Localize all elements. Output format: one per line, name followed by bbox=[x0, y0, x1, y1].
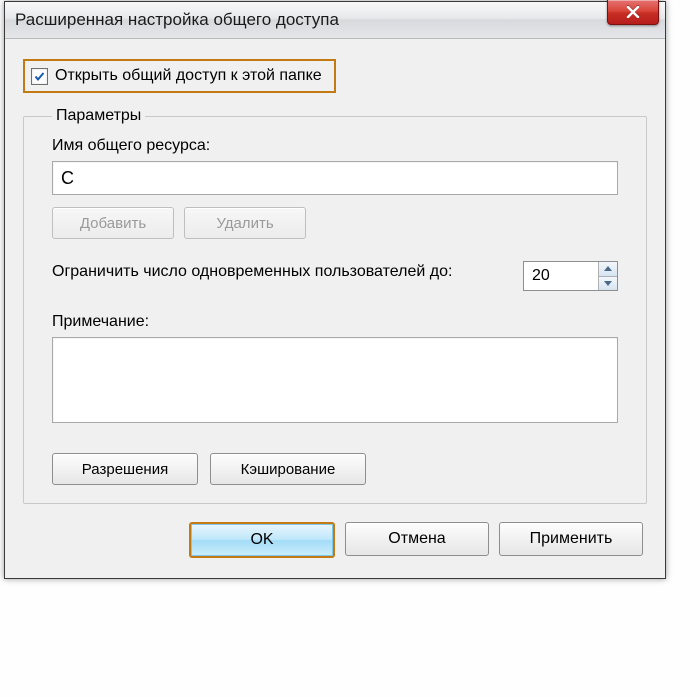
cancel-button[interactable]: Отмена bbox=[345, 522, 489, 556]
chevron-down-icon bbox=[604, 281, 612, 286]
share-name-label: Имя общего ресурса: bbox=[52, 137, 618, 155]
limit-users-input[interactable] bbox=[524, 262, 598, 290]
spinner-buttons bbox=[598, 262, 617, 290]
apply-button[interactable]: Применить bbox=[499, 522, 643, 556]
note-label: Примечание: bbox=[52, 313, 618, 331]
ok-button[interactable]: OK bbox=[189, 522, 335, 558]
add-button[interactable]: Добавить bbox=[52, 207, 174, 239]
dialog-window: Расширенная настройка общего доступа Отк… bbox=[4, 1, 666, 579]
share-name-input[interactable] bbox=[52, 161, 618, 195]
limit-users-label: Ограничить число одновременных пользоват… bbox=[52, 261, 503, 283]
spinner-up-button[interactable] bbox=[599, 262, 617, 277]
caching-button[interactable]: Кэширование bbox=[210, 453, 366, 485]
permissions-button[interactable]: Разрешения bbox=[52, 453, 198, 485]
close-button[interactable] bbox=[607, 0, 659, 25]
share-folder-checkbox[interactable] bbox=[31, 68, 48, 85]
remove-button[interactable]: Удалить bbox=[184, 207, 306, 239]
checkmark-icon bbox=[34, 71, 45, 82]
chevron-up-icon bbox=[604, 266, 612, 271]
client-area: Открыть общий доступ к этой папке Параме… bbox=[5, 39, 665, 578]
note-textarea[interactable] bbox=[52, 337, 618, 423]
close-icon bbox=[626, 6, 640, 18]
spinner-down-button[interactable] bbox=[599, 277, 617, 291]
titlebar: Расширенная настройка общего доступа bbox=[5, 2, 665, 39]
share-folder-checkbox-label: Открыть общий доступ к этой папке bbox=[55, 67, 322, 85]
window-title: Расширенная настройка общего доступа bbox=[15, 10, 657, 30]
dialog-footer: OK Отмена Применить bbox=[19, 522, 651, 562]
limit-users-spinner[interactable] bbox=[523, 261, 618, 291]
parameters-groupbox: Параметры Имя общего ресурса: Добавить У… bbox=[23, 107, 647, 504]
share-folder-checkbox-group[interactable]: Открыть общий доступ к этой папке bbox=[23, 59, 336, 93]
parameters-legend: Параметры bbox=[52, 107, 145, 125]
